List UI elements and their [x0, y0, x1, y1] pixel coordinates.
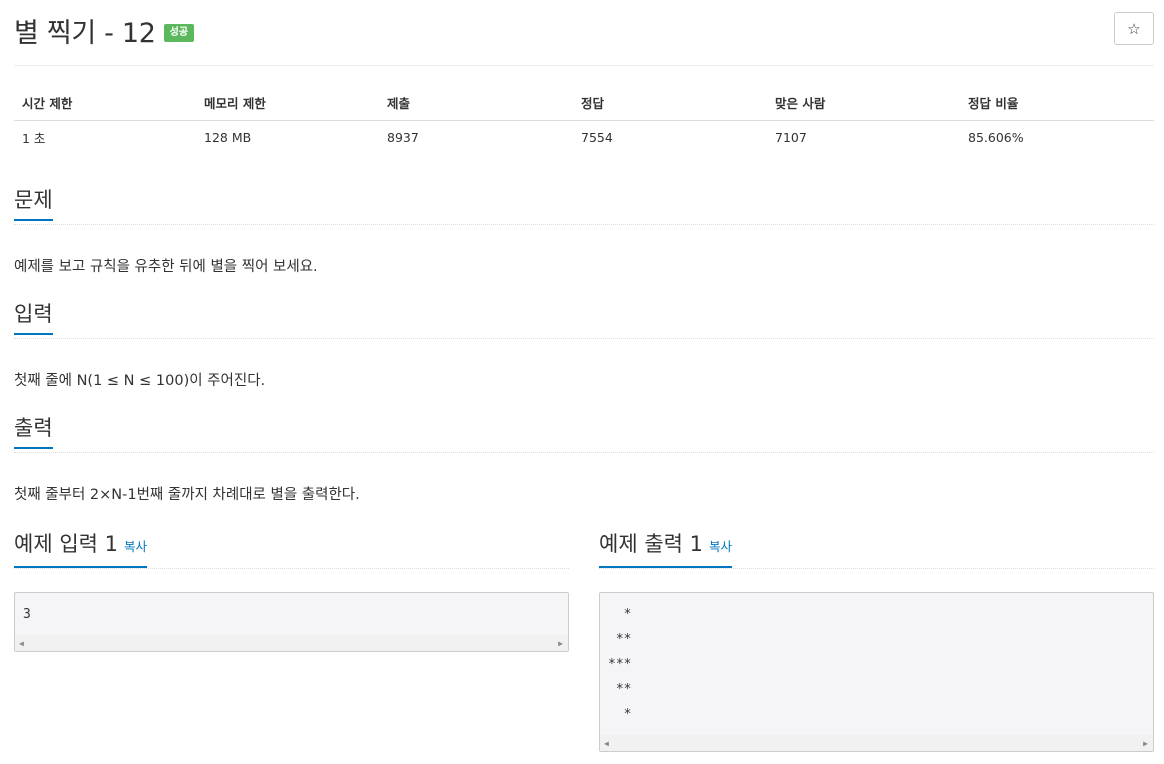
scroll-right-icon[interactable]: ▶ — [558, 639, 563, 648]
status-badge: 성공 — [163, 24, 195, 42]
problem-description: 예제를 보고 규칙을 유추한 뒤에 별을 찍어 보세요. — [14, 259, 318, 275]
output-heading: 출력 — [14, 415, 53, 449]
sample-output-line: ** — [608, 632, 632, 647]
input-heading: 입력 — [14, 301, 53, 335]
sample-output-box: * ** *** ** * ◀ ▶ — [599, 592, 1154, 752]
sample-output-heading: 예제 출력 1 — [599, 532, 703, 556]
info-header-row: 시간 제한 메모리 제한 제출 정답 맞은 사람 정답 비율 — [14, 86, 1154, 121]
output-description: 첫째 줄부터 2×N-1번째 줄까지 차례대로 별을 출력한다. — [14, 487, 360, 503]
sample-input-heading: 예제 입력 1 — [14, 532, 118, 556]
problem-info-table: 시간 제한 메모리 제한 제출 정답 맞은 사람 정답 비율 1 초 128 M… — [14, 86, 1154, 155]
scroll-right-icon[interactable]: ▶ — [1143, 739, 1148, 748]
section-divider — [14, 338, 1154, 339]
info-value-ratio: 85.606% — [968, 130, 1024, 146]
info-value-row: 1 초 128 MB 8937 7554 7107 85.606% — [14, 120, 1154, 155]
sample-input-heading-wrap: 예제 입력 1 복사 — [14, 531, 148, 568]
info-value-submissions: 8937 — [387, 130, 419, 146]
copy-output-link[interactable]: 복사 — [709, 539, 732, 554]
sample-output-heading-wrap: 예제 출력 1 복사 — [599, 531, 733, 568]
favorite-star-button[interactable]: ☆ — [1114, 12, 1154, 45]
scroll-left-icon[interactable]: ◀ — [604, 739, 609, 748]
info-header-accepted: 정답 — [573, 86, 767, 121]
sample-output-line: ** — [608, 682, 632, 697]
sample-input-scrollbar[interactable]: ◀ ▶ — [15, 635, 568, 651]
section-divider — [14, 568, 569, 569]
info-header-solvers: 맞은 사람 — [767, 86, 960, 121]
copy-input-link[interactable]: 복사 — [124, 539, 147, 554]
section-divider — [599, 568, 1154, 569]
sample-input-column: 예제 입력 1 복사 — [14, 531, 569, 569]
sample-output-scrollbar[interactable]: ◀ ▶ — [600, 735, 1153, 751]
scroll-left-icon[interactable]: ◀ — [19, 639, 24, 648]
section-divider — [14, 224, 1154, 225]
sample-input-box: 3 ◀ ▶ — [14, 592, 569, 652]
info-value-memory-limit: 128 MB — [204, 130, 252, 146]
sample-output-column: 예제 출력 1 복사 — [599, 531, 1154, 569]
sample-output-line: *** — [608, 657, 632, 672]
info-value-time-limit: 1 초 — [22, 131, 46, 147]
sample-input-header: 예제 입력 1 복사 — [14, 531, 569, 569]
info-value-solvers: 7107 — [775, 130, 807, 146]
info-header-ratio: 정답 비율 — [960, 86, 1154, 121]
output-section-header: 출력 — [14, 415, 1154, 453]
sample-output-line: * — [608, 607, 632, 622]
problem-section-header: 문제 — [14, 187, 1154, 225]
input-section-header: 입력 — [14, 301, 1154, 339]
title-row: 별 찍기 - 12 성공 — [14, 10, 195, 50]
info-value-accepted: 7554 — [581, 130, 613, 146]
section-divider — [14, 452, 1154, 453]
info-header-memory-limit: 메모리 제한 — [196, 86, 379, 121]
header-divider — [14, 65, 1154, 66]
problem-heading: 문제 — [14, 187, 53, 221]
sample-output-line: * — [608, 707, 632, 722]
sample-input-line: 3 — [23, 607, 31, 622]
info-header-submissions: 제출 — [379, 86, 573, 121]
problem-title: 별 찍기 - 12 — [14, 17, 156, 49]
info-header-time-limit: 시간 제한 — [14, 86, 196, 121]
star-icon: ☆ — [1127, 19, 1141, 38]
input-description: 첫째 줄에 N(1 ≤ N ≤ 100)이 주어진다. — [14, 373, 266, 389]
sample-output-header: 예제 출력 1 복사 — [599, 531, 1154, 569]
